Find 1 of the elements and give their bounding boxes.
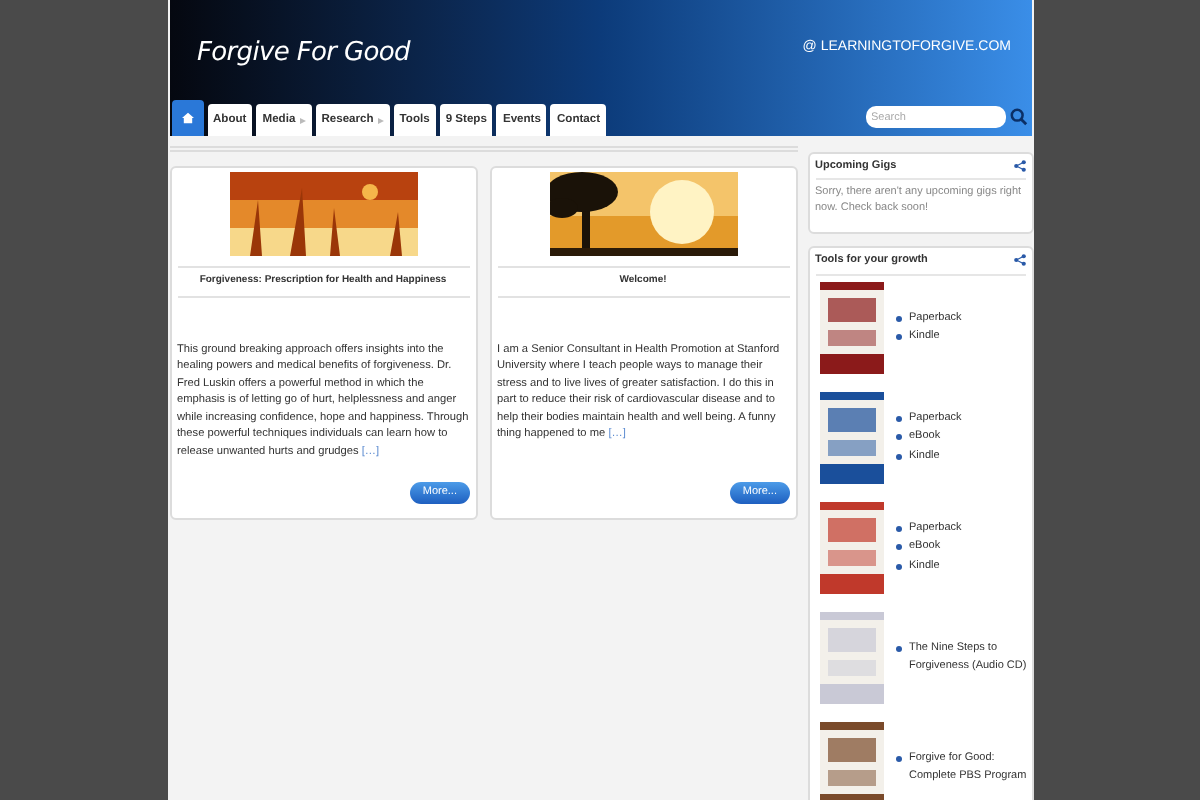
site-title[interactable]: Forgive For Good	[197, 34, 410, 73]
